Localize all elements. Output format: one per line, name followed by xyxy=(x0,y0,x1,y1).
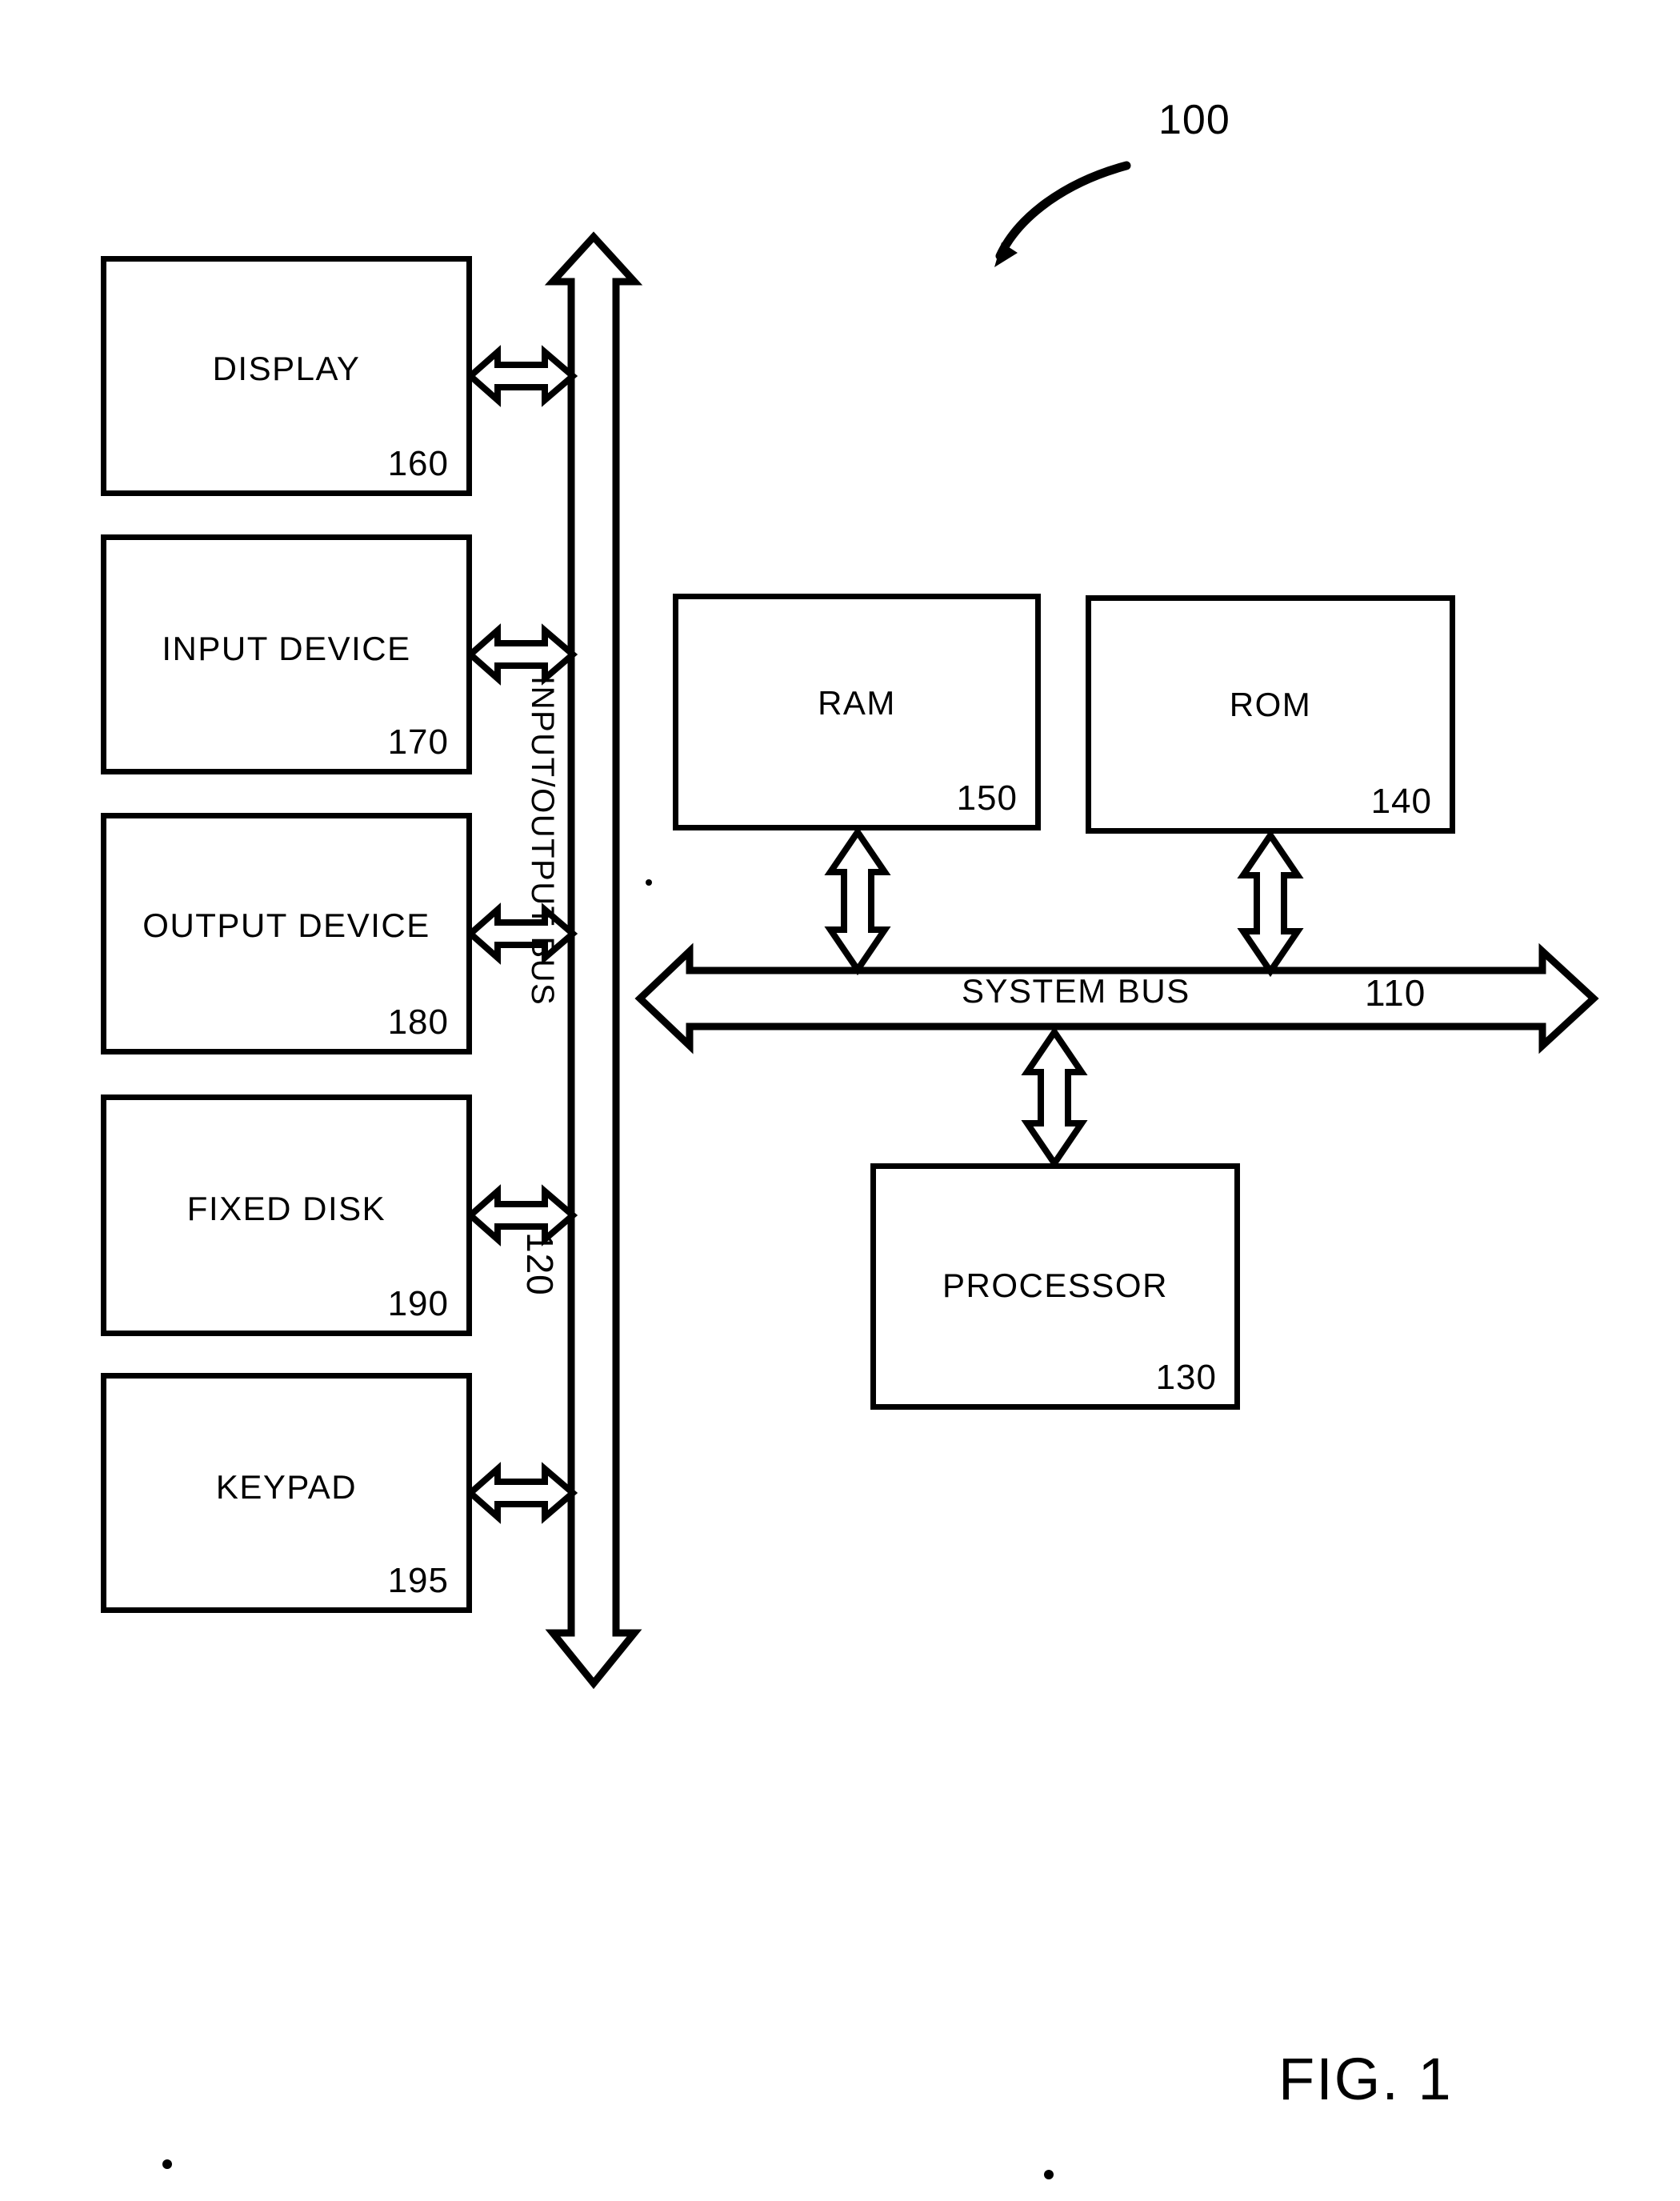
block-rom[interactable]: ROM 140 xyxy=(1086,595,1455,834)
block-label-processor: PROCESSOR xyxy=(942,1267,1168,1304)
scan-speck xyxy=(162,2159,172,2169)
block-ref-output-device: 180 xyxy=(387,1002,449,1042)
block-ref-keypad: 195 xyxy=(387,1561,449,1600)
block-ref-input-device: 170 xyxy=(387,722,449,762)
connector-display-to-io-bus xyxy=(465,345,578,407)
block-label-rom: ROM xyxy=(1229,686,1312,723)
system-bus-reference-numeral: 110 xyxy=(1365,972,1426,1014)
block-label-output-device: OUTPUT DEVICE xyxy=(142,906,430,944)
block-ref-fixed-disk: 190 xyxy=(387,1284,449,1323)
block-label-keypad: KEYPAD xyxy=(215,1468,358,1506)
io-bus-reference-numeral: 120 xyxy=(519,1232,561,1296)
io-bus-label: INPUT/OUTPUT BUS xyxy=(525,676,560,1006)
block-ram[interactable]: RAM 150 xyxy=(673,594,1041,830)
block-output-device[interactable]: OUTPUT DEVICE 180 xyxy=(101,813,472,1054)
system-reference-numeral: 100 xyxy=(1158,97,1230,143)
connector-rom-to-system-bus xyxy=(1237,829,1304,978)
connector-input-to-io-bus xyxy=(465,623,578,686)
block-label-input-device: INPUT DEVICE xyxy=(162,630,411,667)
block-label-ram: RAM xyxy=(818,684,896,722)
connector-ram-to-system-bus xyxy=(824,826,891,976)
block-ref-display: 160 xyxy=(387,444,449,483)
figure-caption: FIG. 1 xyxy=(1278,2046,1453,2112)
scan-speck xyxy=(646,879,652,886)
block-ref-rom: 140 xyxy=(1370,782,1432,821)
patent-figure-page: DISPLAY 160 INPUT DEVICE 170 OUTPUT DEVI… xyxy=(0,0,1680,2201)
scan-speck xyxy=(1044,2170,1054,2179)
block-label-fixed-disk: FIXED DISK xyxy=(186,1190,386,1227)
leader-line-100 xyxy=(995,161,1131,261)
block-input-device[interactable]: INPUT DEVICE 170 xyxy=(101,534,472,774)
block-display[interactable]: DISPLAY 160 xyxy=(101,256,472,496)
connector-keypad-to-io-bus xyxy=(465,1462,578,1524)
block-processor[interactable]: PROCESSOR 130 xyxy=(870,1163,1240,1410)
block-fixed-disk[interactable]: FIXED DISK 190 xyxy=(101,1094,472,1336)
system-bus-label: SYSTEM BUS xyxy=(962,972,1190,1010)
block-label-display: DISPLAY xyxy=(212,350,361,387)
block-ref-ram: 150 xyxy=(956,778,1018,818)
connector-system-bus-to-processor xyxy=(1021,1026,1088,1170)
block-keypad[interactable]: KEYPAD 195 xyxy=(101,1373,472,1613)
block-ref-processor: 130 xyxy=(1155,1358,1217,1397)
io-bus-arrow xyxy=(544,231,643,1690)
